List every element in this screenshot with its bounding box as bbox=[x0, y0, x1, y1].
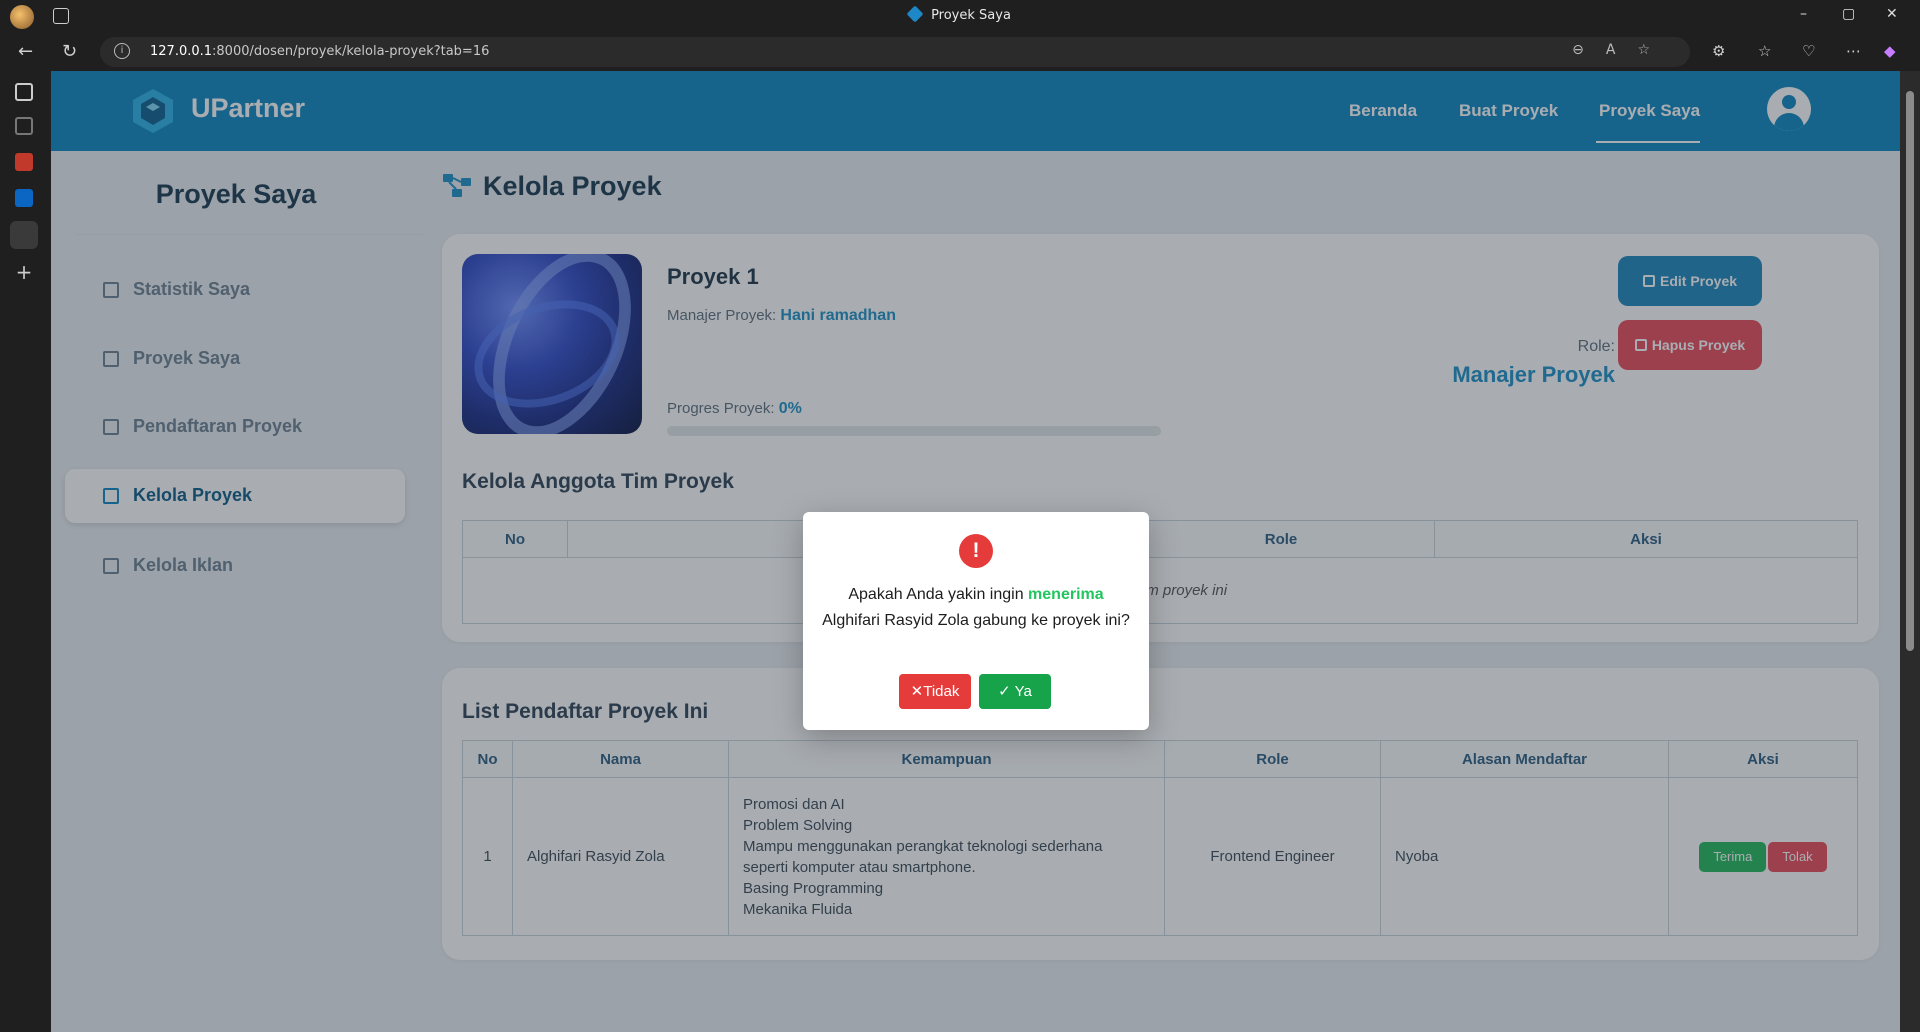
exclamation-icon: ! bbox=[959, 534, 993, 568]
favorite-star-icon[interactable]: ☆ bbox=[1637, 42, 1672, 58]
confirm-text-highlight: menerima bbox=[1028, 586, 1104, 603]
reload-icon[interactable]: ↻ bbox=[62, 41, 77, 62]
browser-titlebar: Proyek Saya – ▢ ✕ bbox=[0, 0, 1920, 33]
tab-actions-icon[interactable] bbox=[15, 83, 33, 101]
zoom-out-icon[interactable]: ⊖ bbox=[1572, 42, 1606, 58]
pinned-tab-icon[interactable] bbox=[15, 117, 33, 135]
new-tab-icon[interactable]: + bbox=[15, 262, 33, 282]
tab-favicon-icon bbox=[906, 5, 924, 23]
site-info-icon[interactable]: i bbox=[114, 43, 130, 59]
read-aloud-icon[interactable]: A bbox=[1606, 42, 1638, 58]
browser-sidebar: + bbox=[0, 71, 50, 1032]
copilot-icon[interactable]: ◆ bbox=[1884, 42, 1896, 60]
extensions-icon[interactable]: ⚙ bbox=[1712, 42, 1725, 60]
window-title: Proyek Saya bbox=[0, 5, 1920, 23]
confirm-text-before: Apakah Anda yakin ingin bbox=[848, 586, 1029, 603]
url-text[interactable]: 127.0.0.1:8000/dosen/proyek/kelola-proye… bbox=[150, 44, 489, 59]
linkedin-icon[interactable] bbox=[15, 189, 33, 207]
cancel-button[interactable]: ✕Tidak bbox=[899, 674, 971, 709]
scrollbar-thumb[interactable] bbox=[1906, 91, 1914, 651]
favorites-icon[interactable]: ☆ bbox=[1758, 42, 1771, 60]
check-icon: ✓ bbox=[998, 683, 1015, 700]
page-scrollbar[interactable] bbox=[1900, 71, 1920, 1032]
browser-essentials-icon[interactable]: ♡ bbox=[1802, 42, 1815, 60]
confirm-dialog: ! Apakah Anda yakin ingin menerima Alghi… bbox=[803, 512, 1149, 730]
back-icon[interactable]: ← bbox=[18, 41, 33, 62]
confirm-button[interactable]: ✓ Ya bbox=[979, 674, 1051, 709]
address-bar[interactable]: i 127.0.0.1:8000/dosen/proyek/kelola-pro… bbox=[100, 37, 1690, 67]
address-toolbar: ← ↻ i 127.0.0.1:8000/dosen/proyek/kelola… bbox=[0, 33, 1920, 71]
restore-icon[interactable]: ▢ bbox=[1842, 6, 1855, 22]
close-icon: ✕ bbox=[910, 683, 924, 700]
confirm-text-after: Alghifari Rasyid Zola gabung ke proyek i… bbox=[822, 612, 1130, 629]
close-window-icon[interactable]: ✕ bbox=[1886, 6, 1898, 22]
confirm-message: Apakah Anda yakin ingin menerima Alghifa… bbox=[821, 582, 1131, 634]
page-viewport: UPartner Beranda Buat Proyek Proyek Saya… bbox=[51, 71, 1900, 1032]
tab-title: Proyek Saya bbox=[931, 8, 1011, 23]
address-actions: ⊖A☆ bbox=[1572, 42, 1672, 58]
active-tab-icon[interactable] bbox=[10, 221, 38, 249]
cancel-label: Tidak bbox=[923, 683, 960, 700]
more-menu-icon[interactable]: ⋯ bbox=[1846, 42, 1861, 60]
pinned-tab-icon[interactable] bbox=[15, 153, 33, 171]
confirm-label: Ya bbox=[1014, 683, 1032, 700]
minimize-icon[interactable]: – bbox=[1800, 6, 1807, 22]
